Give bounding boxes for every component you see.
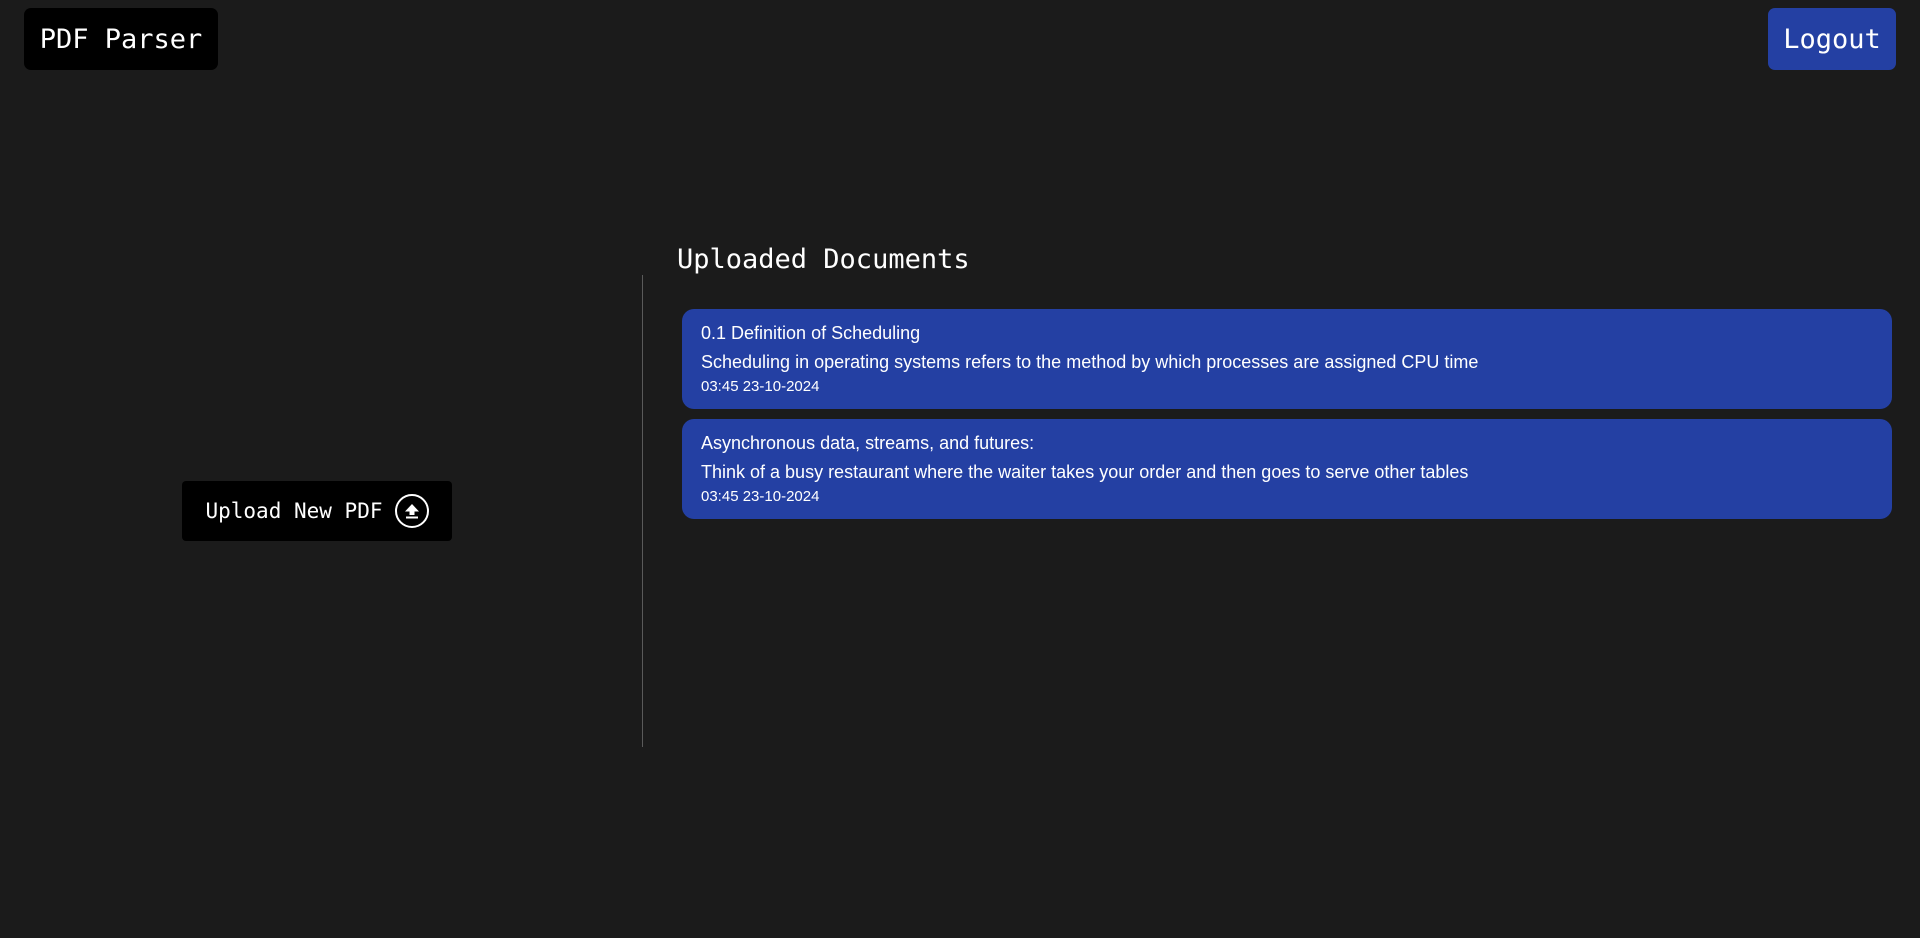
documents-heading: Uploaded Documents: [677, 244, 970, 275]
logout-button[interactable]: Logout: [1768, 8, 1896, 70]
app-root: PDF Parser Logout Upload New PDF Uploade…: [0, 0, 1920, 938]
document-card[interactable]: 0.1 Definition of Scheduling Scheduling …: [682, 309, 1892, 409]
document-title: 0.1 Definition of Scheduling: [701, 323, 921, 343]
document-timestamp: 03:45 23-10-2024: [701, 378, 820, 395]
document-title: Asynchronous data, streams, and futures:: [701, 433, 1035, 453]
upload-pdf-button[interactable]: Upload New PDF: [182, 481, 452, 541]
document-description: Think of a busy restaurant where the wai…: [701, 462, 1469, 482]
upload-arrow-icon: [404, 504, 419, 519]
document-card[interactable]: Asynchronous data, streams, and futures:…: [682, 419, 1892, 519]
brand-logo: PDF Parser: [24, 8, 218, 70]
section-divider: [642, 275, 643, 747]
upload-icon: [394, 494, 429, 528]
document-description: Scheduling in operating systems refers t…: [701, 352, 1479, 372]
upload-pdf-label: Upload New PDF: [205, 499, 383, 523]
document-list: 0.1 Definition of Scheduling Scheduling …: [682, 309, 1892, 519]
document-timestamp: 03:45 23-10-2024: [701, 488, 820, 505]
